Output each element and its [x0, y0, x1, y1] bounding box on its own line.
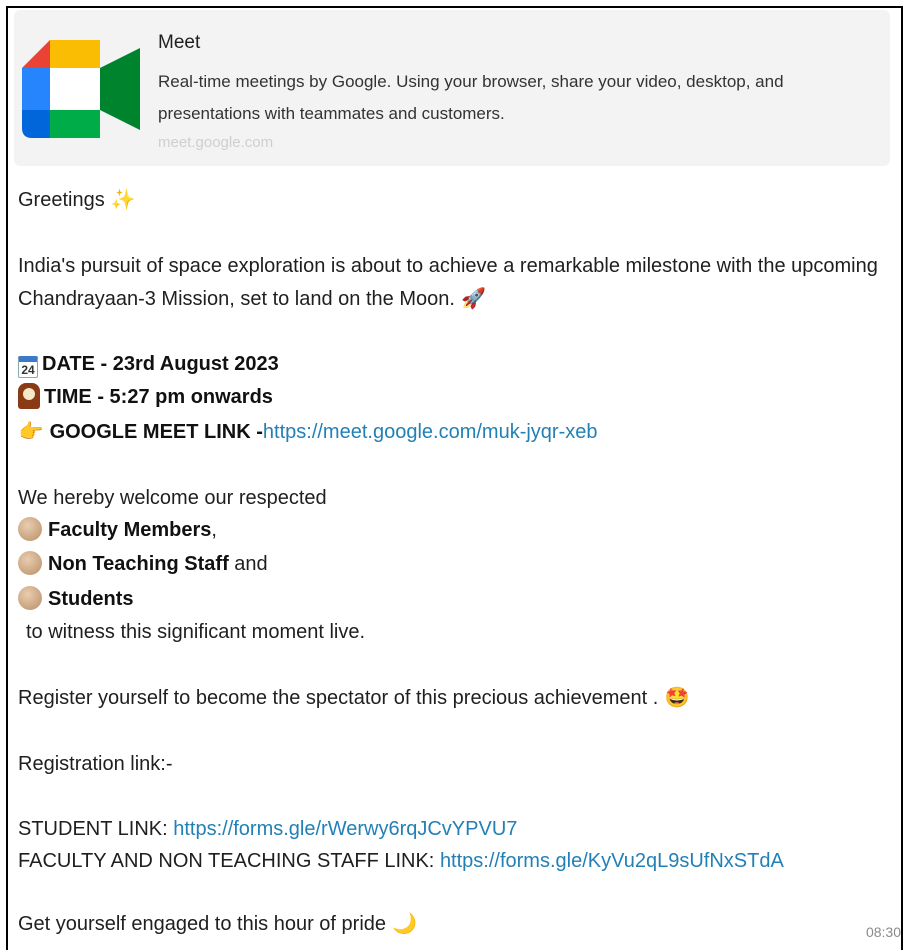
student-link[interactable]: https://forms.gle/rWerwy6rqJCvYPVU7: [173, 818, 517, 840]
student-link-line: STUDENT LINK: https://forms.gle/rWerwy6r…: [18, 813, 517, 846]
closing-text: Get yourself engaged to this hour of pri…: [18, 913, 387, 935]
staff-line: Non Teaching Staff and: [18, 548, 268, 581]
moon-icon: [18, 517, 42, 541]
greeting-text: Greetings: [18, 189, 105, 211]
meet-link[interactable]: https://meet.google.com/muk-jyqr-xeb: [263, 421, 598, 443]
moon-icon: [18, 551, 42, 575]
time-line: TIME - 5:27 pm onwards: [18, 381, 273, 414]
staff-suffix: and: [228, 553, 268, 575]
rocket-icon: 🚀: [461, 288, 486, 310]
date-line: 24 DATE - 23rd August 2023: [18, 348, 279, 381]
registration-label: Registration link:-: [18, 753, 173, 775]
intro-text-2: Chandrayaan-3 Mission, set to land on th…: [18, 288, 455, 310]
face-icon: 🤩: [664, 687, 690, 709]
faculty-text: Faculty Members: [48, 519, 212, 541]
link-preview-card[interactable]: Meet Real-time meetings by Google. Using…: [14, 10, 890, 166]
faculty-link-line: FACULTY AND NON TEACHING STAFF LINK: htt…: [18, 845, 784, 878]
preview-domain: meet.google.com: [158, 134, 274, 151]
students-line: Students: [18, 583, 134, 616]
register-line: Register yourself to become the spectato…: [18, 682, 690, 715]
google-meet-logo: [22, 40, 140, 138]
closing-line: Get yourself engaged to this hour of pri…: [18, 908, 418, 941]
intro-line-2: Chandrayaan-3 Mission, set to land on th…: [18, 283, 487, 316]
message-timestamp: 08:30: [865, 924, 901, 940]
intro-line-1: India's pursuit of space exploration is …: [18, 255, 878, 277]
meet-label: GOOGLE MEET LINK -: [49, 421, 263, 443]
preview-description: Real-time meetings by Google. Using your…: [158, 72, 784, 123]
moon-crescent-icon: 🌙: [392, 913, 418, 935]
pointing-hand-icon: 👉: [18, 421, 44, 443]
faculty-suffix: ,: [211, 519, 217, 541]
faculty-link-label: FACULTY AND NON TEACHING STAFF LINK:: [18, 850, 440, 872]
clock-icon: [18, 383, 40, 409]
sparkles-icon: ✨: [110, 189, 136, 211]
date-text: DATE - 23rd August 2023: [42, 353, 279, 375]
students-text: Students: [48, 588, 134, 610]
time-text: TIME - 5:27 pm onwards: [44, 386, 273, 408]
meet-link-line: 👉 GOOGLE MEET LINK -https://meet.google.…: [18, 416, 598, 449]
faculty-link[interactable]: https://forms.gle/KyVu2qL9sUfNxSTdA: [440, 850, 784, 872]
register-text: Register yourself to become the spectato…: [18, 687, 659, 709]
welcome-line: We hereby welcome our respected: [18, 487, 327, 509]
student-link-label: STUDENT LINK:: [18, 818, 174, 840]
witness-line: to witness this significant moment live.: [26, 621, 366, 643]
moon-icon: [18, 586, 42, 610]
calendar-icon: 24: [18, 356, 38, 378]
greeting-line: Greetings ✨: [18, 184, 136, 217]
faculty-line: Faculty Members,: [18, 514, 217, 547]
staff-text: Non Teaching Staff: [48, 553, 229, 575]
preview-title: Meet: [158, 32, 201, 53]
